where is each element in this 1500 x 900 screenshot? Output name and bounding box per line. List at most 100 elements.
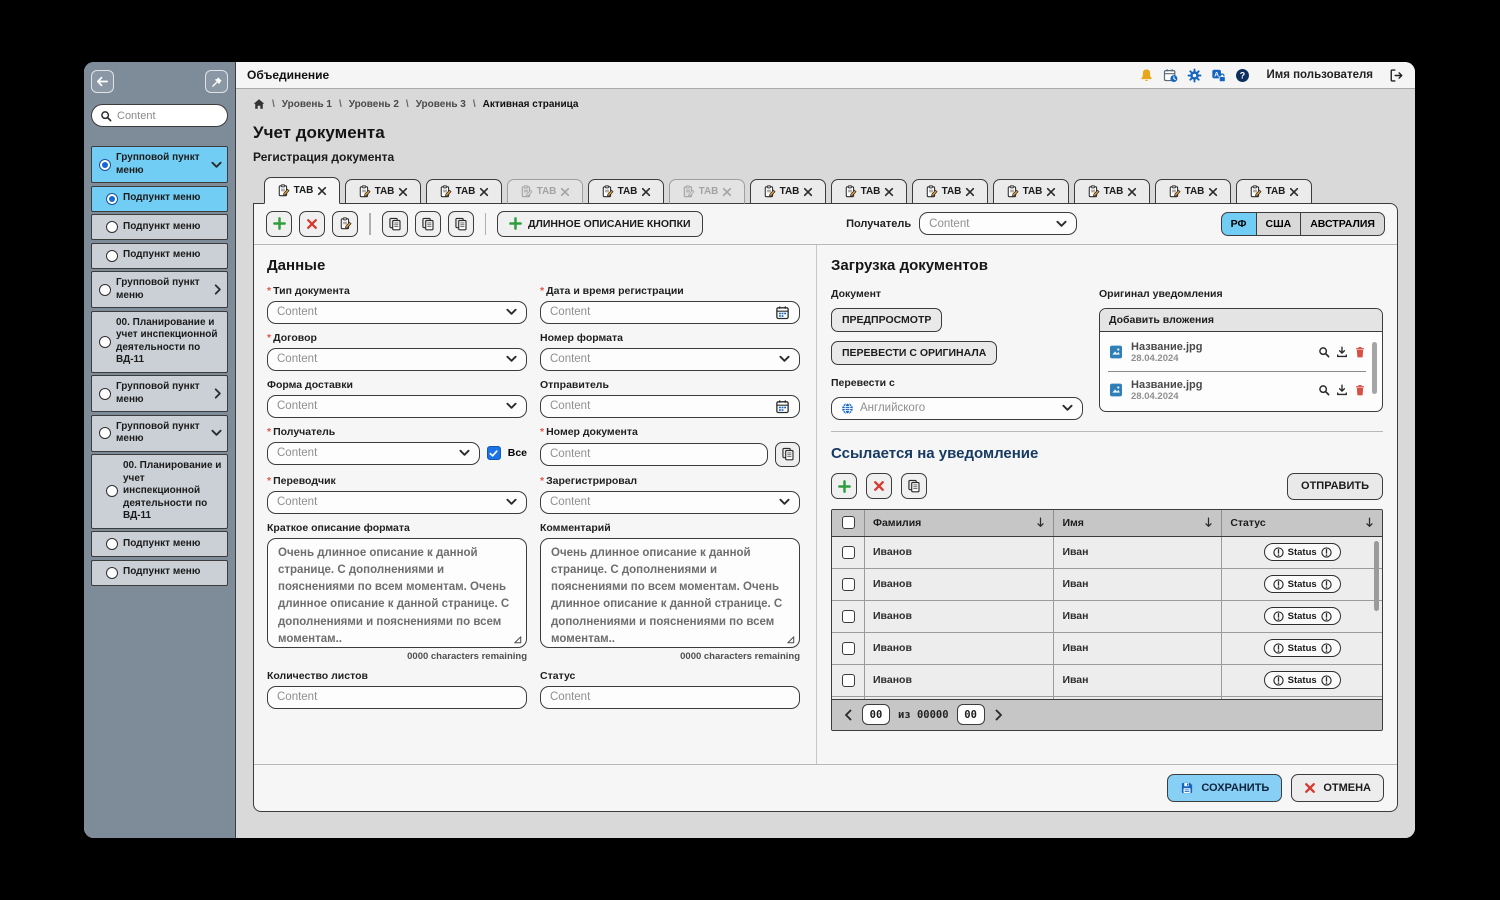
short_desc-textarea[interactable]: Очень длинное описание к данной странице…: [267, 538, 527, 648]
sort-icon[interactable]: [1204, 517, 1213, 528]
close-tab-icon[interactable]: [803, 187, 813, 197]
tab[interactable]: TAB: [264, 177, 340, 204]
tab[interactable]: TAB: [1236, 179, 1312, 204]
tab[interactable]: TAB: [750, 179, 826, 204]
close-tab-icon[interactable]: [560, 187, 570, 197]
sidebar-item[interactable]: Подпункт меню: [91, 186, 228, 212]
tab[interactable]: TAB: [831, 179, 907, 204]
resize-handle-icon[interactable]: [786, 635, 795, 644]
preview-attachment-icon[interactable]: [1318, 346, 1330, 358]
sidebar-item[interactable]: Групповой пункт меню: [91, 271, 228, 308]
table-row[interactable]: ИвановИванStatus: [832, 665, 1382, 697]
close-tab-icon[interactable]: [1127, 187, 1137, 197]
row-checkbox[interactable]: [842, 642, 855, 655]
long-description-button[interactable]: ДЛИННОЕ ОПИСАНИЕ КНОПКИ: [497, 211, 703, 237]
doc_number-input[interactable]: Content: [540, 443, 768, 466]
cancel-button[interactable]: ОТМЕНА: [1291, 774, 1384, 802]
breadcrumb-link[interactable]: Уровень 2: [349, 99, 399, 110]
refs-add-button[interactable]: [831, 473, 857, 499]
column-header[interactable]: Статус: [1221, 510, 1382, 536]
table-row[interactable]: ИвановИванStatus: [832, 633, 1382, 665]
row-checkbox[interactable]: [842, 578, 855, 591]
close-tab-icon[interactable]: [479, 187, 489, 197]
calendar-clock-icon[interactable]: [1163, 68, 1178, 83]
copy-doc-number-button[interactable]: [775, 442, 800, 467]
table-row[interactable]: ИвановИванStatus: [832, 601, 1382, 633]
translate-lock-icon[interactable]: A: [1211, 68, 1226, 83]
region-toggle-2[interactable]: АВСТРАЛИЯ: [1301, 212, 1385, 236]
sidebar-item[interactable]: Групповой пункт меню: [91, 415, 228, 452]
translate-from-original-button[interactable]: ПЕРЕВЕСТИ С ОРИГИНАЛА: [831, 341, 997, 365]
close-tab-icon[interactable]: [1289, 187, 1299, 197]
resize-handle-icon[interactable]: [513, 635, 522, 644]
table-row[interactable]: ИвановИванStatus: [832, 697, 1382, 699]
delete-attachment-icon[interactable]: [1354, 384, 1366, 396]
sidebar-search-input[interactable]: Content: [91, 104, 228, 127]
sidebar-collapse-button[interactable]: [91, 70, 114, 93]
delete-attachment-icon[interactable]: [1354, 346, 1366, 358]
sidebar-item[interactable]: Групповой пункт меню: [91, 375, 228, 412]
next-page-button[interactable]: [993, 709, 1005, 721]
download-attachment-icon[interactable]: [1336, 384, 1348, 396]
page-size-input[interactable]: 00: [957, 704, 985, 725]
language-select[interactable]: Английского: [831, 397, 1083, 420]
recipient-select[interactable]: Content: [919, 212, 1077, 235]
tab[interactable]: TAB: [1074, 179, 1150, 204]
tab[interactable]: TAB: [1155, 179, 1231, 204]
sheets_count-input[interactable]: Content: [267, 686, 527, 709]
prev-page-button[interactable]: [842, 709, 854, 721]
page-number-input[interactable]: 00: [862, 704, 890, 725]
close-tab-icon[interactable]: [317, 186, 327, 196]
column-header[interactable]: Фамилия: [864, 510, 1053, 536]
status-input[interactable]: Content: [540, 686, 800, 709]
column-header[interactable]: Имя: [1053, 510, 1221, 536]
add-attachments-header[interactable]: Добавить вложения: [1100, 309, 1382, 332]
preview-button[interactable]: ПРЕДПРОСМОТР: [831, 308, 942, 332]
refs-delete-button[interactable]: [866, 473, 892, 499]
comment-textarea[interactable]: Очень длинное описание к данной странице…: [540, 538, 800, 648]
close-tab-icon[interactable]: [641, 187, 651, 197]
delivery_form-select[interactable]: Content: [267, 395, 527, 418]
breadcrumb-link[interactable]: Уровень 3: [416, 99, 466, 110]
add-button[interactable]: [266, 211, 292, 237]
table-scrollbar[interactable]: [1374, 541, 1379, 611]
tab[interactable]: TAB: [345, 179, 421, 204]
paste-edit-button[interactable]: [332, 211, 358, 237]
sidebar-item[interactable]: Подпункт меню: [91, 560, 228, 586]
close-tab-icon[interactable]: [884, 187, 894, 197]
tab[interactable]: TAB: [426, 179, 502, 204]
notifications-bell-icon[interactable]: [1139, 68, 1154, 83]
recipient-select[interactable]: Content: [267, 442, 480, 465]
close-tab-icon[interactable]: [398, 187, 408, 197]
download-attachment-icon[interactable]: [1336, 346, 1348, 358]
close-tab-icon[interactable]: [722, 187, 732, 197]
close-tab-icon[interactable]: [965, 187, 975, 197]
sidebar-item[interactable]: 00. Планирование и учет инспекционной де…: [91, 311, 228, 373]
attachments-scrollbar[interactable]: [1372, 342, 1377, 394]
sidebar-item[interactable]: Групповой пункт меню: [91, 146, 228, 183]
format_number-select[interactable]: Content: [540, 348, 800, 371]
tab[interactable]: TAB: [912, 179, 988, 204]
refs-copy-button[interactable]: [901, 473, 927, 499]
breadcrumb-link[interactable]: Уровень 1: [282, 99, 332, 110]
row-checkbox[interactable]: [842, 610, 855, 623]
region-toggle-0[interactable]: РФ: [1221, 212, 1257, 236]
save-button[interactable]: СОХРАНИТЬ: [1167, 774, 1282, 802]
reg_datetime-input[interactable]: Content: [540, 301, 800, 324]
sort-icon[interactable]: [1365, 517, 1374, 528]
select-all-checkbox[interactable]: [842, 516, 855, 529]
delete-button[interactable]: [299, 211, 325, 237]
user-name[interactable]: Имя пользователя: [1266, 69, 1373, 81]
tab[interactable]: TAB: [588, 179, 664, 204]
copy-button-3[interactable]: [448, 211, 474, 237]
row-checkbox[interactable]: [842, 674, 855, 687]
sidebar-item[interactable]: Подпункт меню: [91, 531, 228, 557]
all-checkbox[interactable]: [487, 446, 501, 460]
copy-button-2[interactable]: [415, 211, 441, 237]
table-row[interactable]: ИвановИванStatus: [832, 569, 1382, 601]
region-toggle-1[interactable]: США: [1257, 212, 1302, 236]
sender-input[interactable]: Content: [540, 395, 800, 418]
copy-button-1[interactable]: [382, 211, 408, 237]
sort-icon[interactable]: [1036, 517, 1045, 528]
sidebar-item[interactable]: Подпункт меню: [91, 243, 228, 269]
